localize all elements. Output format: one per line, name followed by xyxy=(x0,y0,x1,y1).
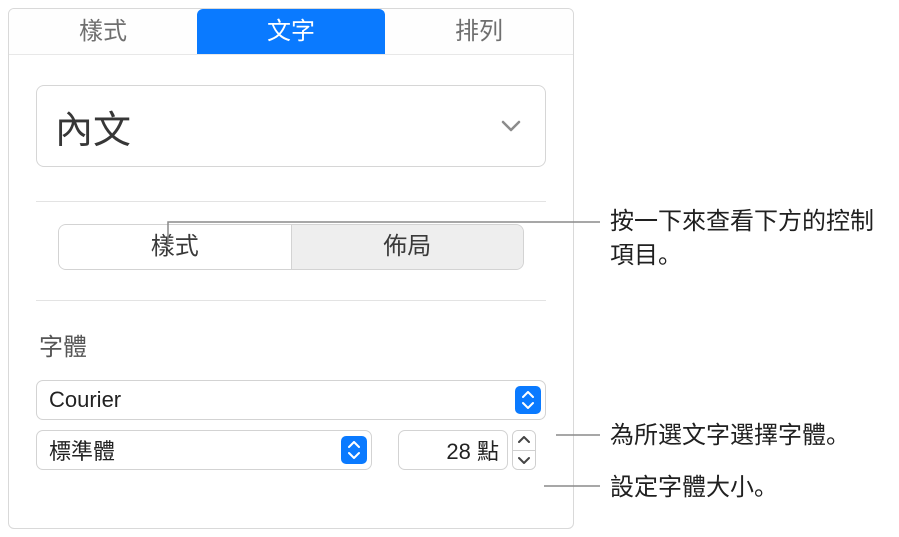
callout-lines xyxy=(0,0,899,537)
